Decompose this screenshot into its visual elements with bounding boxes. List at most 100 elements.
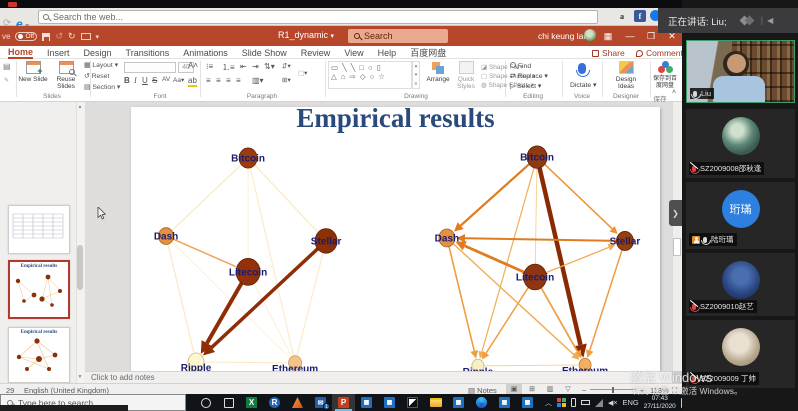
- minimize-button[interactable]: —: [620, 26, 640, 46]
- select-button[interactable]: ▷ Select ▾: [510, 82, 541, 90]
- baidu-save-button[interactable]: 保存到百度网盘: [651, 60, 679, 90]
- collapse-ribbon-icon[interactable]: ˄: [672, 89, 676, 96]
- slide-canvas[interactable]: Empirical results BitcoinDashStellarLite…: [131, 107, 660, 371]
- highlight-color-button[interactable]: ab: [188, 76, 197, 87]
- arrange-button[interactable]: Arrange: [424, 60, 452, 83]
- thumbnail-scrollbar-thumb[interactable]: [77, 245, 83, 290]
- speaker-icon[interactable]: ◀×: [608, 399, 617, 407]
- autosave-toggle[interactable]: Off: [15, 32, 37, 41]
- taskbar-clock[interactable]: 07:4327/11/2020: [644, 395, 676, 410]
- align-text-button[interactable]: ⊞▾: [282, 76, 291, 84]
- slide-scrollbar[interactable]: [672, 102, 682, 371]
- meeting-panel-collapse-handle[interactable]: ❯: [669, 200, 682, 226]
- edge-taskbar-icon[interactable]: [470, 394, 493, 411]
- grow-font-button[interactable]: A˄: [188, 61, 198, 70]
- bookmark-amazon-icon[interactable]: a: [616, 10, 628, 22]
- account-name[interactable]: chi keung lau: [538, 31, 588, 41]
- line-spacing-button[interactable]: ⇅▾: [264, 62, 275, 71]
- change-case-button[interactable]: Aa▾: [173, 76, 184, 84]
- strikethrough-button[interactable]: S: [152, 76, 157, 85]
- cortana-taskbar-icon[interactable]: [194, 394, 217, 411]
- slide-thumbnail-2[interactable]: Empirical results: [8, 260, 70, 319]
- quick-styles-button[interactable]: Quick Styles: [452, 60, 480, 91]
- powerpoint-taskbar-icon[interactable]: P: [332, 394, 355, 411]
- replace-button[interactable]: ⇄ Replace ▾: [510, 72, 548, 80]
- share-button[interactable]: Share: [592, 48, 625, 58]
- tab-insert[interactable]: Insert: [47, 48, 70, 58]
- save-icon[interactable]: [42, 33, 50, 41]
- slide-scrollbar-thumb[interactable]: [673, 238, 681, 256]
- quick-access-more-icon[interactable]: ▾: [96, 33, 100, 41]
- app-blue-3-taskbar-icon[interactable]: ▦: [447, 394, 470, 411]
- new-slide-button[interactable]: + New Slide: [17, 60, 49, 83]
- participant-tile-1[interactable]: Liu: [686, 40, 795, 103]
- collapse-arrow-icon[interactable]: ◀: [767, 16, 773, 25]
- matlab-taskbar-icon[interactable]: [286, 394, 309, 411]
- document-title[interactable]: R1_dynamic ▾: [278, 30, 334, 40]
- colorful-app-tray-icon[interactable]: [557, 398, 566, 407]
- bullets-button[interactable]: ⁝≡: [206, 62, 213, 71]
- tab-transitions[interactable]: Transitions: [126, 48, 170, 58]
- redo-icon[interactable]: ↻: [68, 31, 76, 42]
- reuse-slides-button[interactable]: Reuse Slides: [50, 60, 82, 91]
- start-slideshow-icon[interactable]: [81, 33, 91, 40]
- browser-search-input[interactable]: Search the web...: [38, 10, 598, 24]
- file-explorer-taskbar-icon[interactable]: [424, 394, 447, 411]
- input-language[interactable]: ENG: [622, 398, 638, 407]
- font-name-select[interactable]: [124, 62, 176, 73]
- participant-tile-4[interactable]: SZ2009010赵艺: [686, 253, 795, 316]
- battery-icon[interactable]: [581, 400, 590, 405]
- scroll-down-icon[interactable]: ▼: [76, 373, 84, 381]
- find-button[interactable]: Find: [510, 62, 531, 70]
- tab-slide-show[interactable]: Slide Show: [242, 48, 287, 58]
- usb-device-icon[interactable]: [571, 398, 576, 407]
- increase-indent-button[interactable]: ⇥: [252, 62, 259, 71]
- comments-button[interactable]: Comments: [636, 48, 687, 58]
- paste-icon[interactable]: ▤: [3, 62, 11, 71]
- align-right-button[interactable]: ≡: [226, 76, 231, 85]
- slide-thumbnail-3[interactable]: Empirical results: [8, 327, 70, 383]
- tab-view[interactable]: View: [344, 48, 363, 58]
- bold-button[interactable]: B: [124, 76, 130, 85]
- decrease-indent-button[interactable]: ⇤: [240, 62, 247, 71]
- italic-button[interactable]: I: [134, 76, 137, 85]
- ribbon-search-input[interactable]: Search: [348, 29, 448, 43]
- layout-button[interactable]: ▦ Layout ▾: [84, 61, 118, 69]
- dictate-button[interactable]: Dictate ▾: [570, 81, 596, 89]
- align-left-button[interactable]: ≡: [206, 76, 211, 85]
- design-ideas-button[interactable]: Design Ideas: [610, 60, 642, 91]
- undo-icon[interactable]: ↺: [55, 31, 63, 42]
- task-view-taskbar-icon[interactable]: [217, 394, 240, 411]
- bookmark-facebook-icon[interactable]: f: [634, 10, 646, 22]
- app-blue-1-taskbar-icon[interactable]: ▦: [355, 394, 378, 411]
- app-blue-4-taskbar-icon[interactable]: ▦: [493, 394, 516, 411]
- tab-review[interactable]: Review: [301, 48, 331, 58]
- tab-百度网盘[interactable]: 百度网盘: [410, 46, 446, 59]
- participant-tile-2[interactable]: SZ2009008邵秋逢: [686, 109, 795, 178]
- numbering-button[interactable]: ⒈≡: [222, 62, 235, 73]
- mail-taskbar-icon[interactable]: ✉1: [309, 394, 332, 411]
- text-direction-button[interactable]: ⇵▾: [282, 62, 291, 70]
- participant-tile-3[interactable]: 珩璊陆珩璊: [686, 182, 795, 249]
- network-icon[interactable]: [595, 399, 603, 407]
- dictate-icon[interactable]: [578, 63, 586, 74]
- shapes-gallery[interactable]: ▭ ╲ ╲ □ ○ ▯△ ⌂ ⇨ ◇ ○ ☆: [328, 61, 412, 89]
- tab-help[interactable]: Help: [378, 48, 397, 58]
- app-blue-2-taskbar-icon[interactable]: ▦: [378, 394, 401, 411]
- tab-animations[interactable]: Animations: [183, 48, 228, 58]
- format-painter-icon[interactable]: ✎: [4, 77, 9, 84]
- slide-thumbnail-1[interactable]: [8, 205, 70, 254]
- align-center-button[interactable]: ≡: [216, 76, 221, 85]
- reset-button[interactable]: ↺ Reset: [84, 72, 109, 80]
- section-button[interactable]: ▤ Section ▾: [84, 83, 120, 91]
- app-blue-5-taskbar-icon[interactable]: ▦: [516, 394, 539, 411]
- zoom-slider-thumb[interactable]: [612, 387, 614, 393]
- excel-taskbar-icon[interactable]: X: [240, 394, 263, 411]
- columns-button[interactable]: ▥▾: [252, 76, 264, 85]
- r-app-taskbar-icon[interactable]: R: [263, 394, 286, 411]
- slide-title[interactable]: Empirical results: [131, 107, 660, 134]
- justify-button[interactable]: ≡: [236, 76, 241, 85]
- account-avatar[interactable]: [584, 29, 596, 41]
- tab-design[interactable]: Design: [84, 48, 112, 58]
- convert-smartart-button[interactable]: ⬚▾: [298, 69, 307, 77]
